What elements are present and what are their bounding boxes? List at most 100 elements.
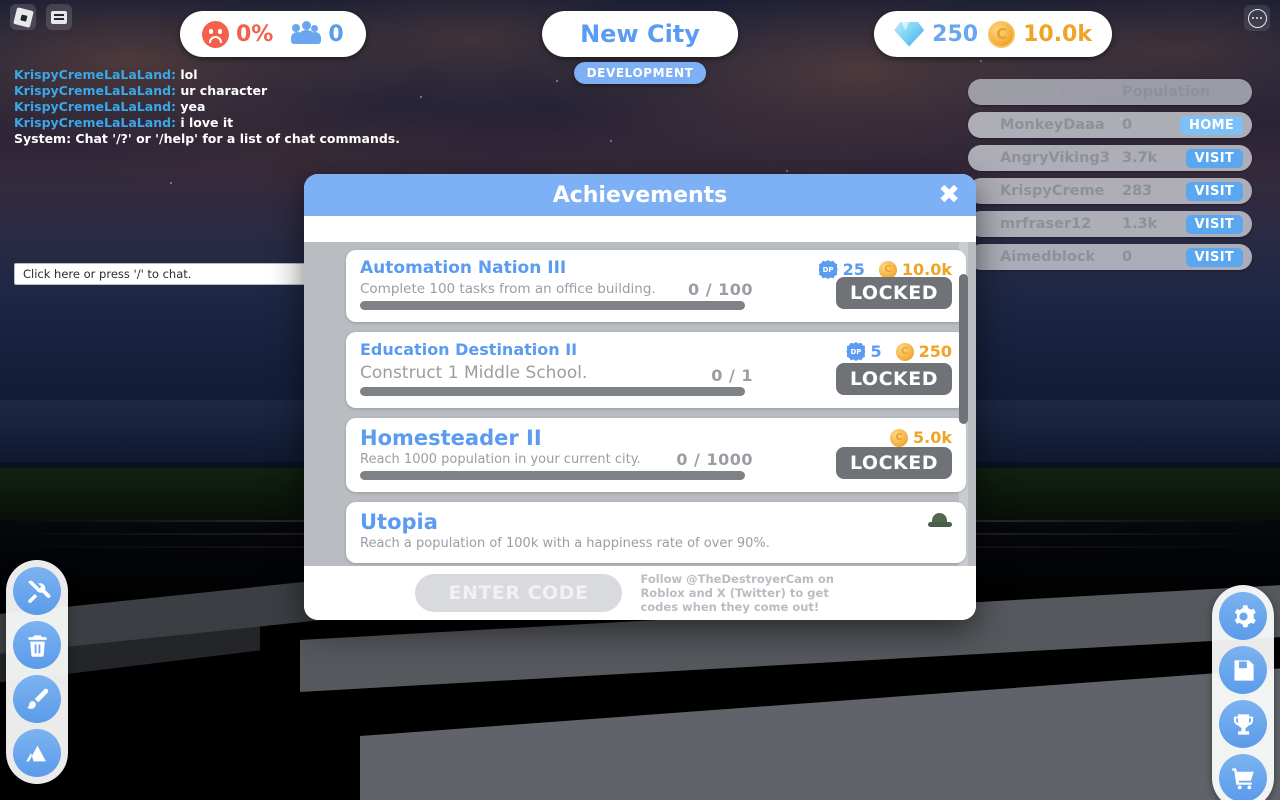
achievement-progress: 0 / 1 xyxy=(360,366,753,396)
city-name-chip[interactable]: New City xyxy=(542,11,738,57)
trophy-icon xyxy=(1233,713,1253,735)
achievement-title: Utopia xyxy=(360,510,438,534)
save-button[interactable] xyxy=(1219,646,1267,694)
population-stat: 0 xyxy=(291,21,344,47)
chat-message: lol xyxy=(180,67,198,82)
gem-currency[interactable]: 250 xyxy=(894,21,979,47)
achievement-status-badge: LOCKED xyxy=(836,277,952,309)
chat-message: ur character xyxy=(180,83,268,99)
coin-reward-value: 5.0k xyxy=(913,428,952,447)
player-name: AngryViking3 xyxy=(1000,150,1110,166)
population-column-header: Population xyxy=(1122,84,1211,100)
chat-message: Chat '/?' or '/help' for a list of chat … xyxy=(75,131,400,147)
modal-spacer xyxy=(304,216,976,242)
achievement-progress-count: 0 / 100 xyxy=(687,280,753,299)
player-row[interactable]: mrfraser12 1.3k VISIT xyxy=(968,211,1252,237)
dp-badge-icon: DP xyxy=(818,260,838,279)
dp-reward: DP 5 xyxy=(846,342,882,361)
diamond-icon xyxy=(894,21,925,47)
scrollbar-thumb[interactable] xyxy=(959,274,968,424)
achievement-status-badge: LOCKED xyxy=(836,447,952,479)
more-options-icon xyxy=(1247,8,1267,28)
chat-author: KrispyCremeLaLaLand: xyxy=(14,99,181,115)
achievement-card[interactable]: Utopia Reach a population of 100k with a … xyxy=(346,502,966,563)
dp-reward-value: 5 xyxy=(870,342,882,361)
achievements-modal: Achievements ✖ Automation Nation III DP 25… xyxy=(304,174,976,620)
achievement-title: Automation Nation III xyxy=(360,258,567,278)
people-icon xyxy=(291,21,322,47)
sad-face-icon xyxy=(202,20,229,48)
cart-icon xyxy=(1231,767,1254,789)
achievement-rewards: DP 5 C 250 xyxy=(846,340,952,361)
achievement-progress-bar xyxy=(360,471,745,480)
tools-icon xyxy=(27,579,50,603)
more-options-button[interactable] xyxy=(1244,5,1270,31)
achievement-progress-count: 0 / 1000 xyxy=(676,450,753,469)
population-value: 0 xyxy=(328,21,344,47)
player-population: 1.3k xyxy=(1122,216,1158,232)
achievements-list[interactable]: Automation Nation III DP 25 C 10.0k Complete … xyxy=(304,242,976,566)
player-name: MonkeyDaaa xyxy=(1000,117,1105,133)
dp-badge-icon: DP xyxy=(846,342,866,361)
currency-chip: 250 C 10.0k xyxy=(874,11,1112,57)
achievement-progress-bar xyxy=(360,301,745,310)
player-row[interactable]: MonkeyDaaa 0 HOME xyxy=(968,112,1252,138)
chat-log: KrispyCremeLaLaLand: lol KrispyCremeLaLaL… xyxy=(14,68,534,148)
chat-line: KrispyCremeLaLaLand: ur character xyxy=(14,84,534,98)
terrain-icon xyxy=(25,745,46,761)
tools-button[interactable] xyxy=(13,567,61,615)
roblox-logo-icon xyxy=(12,6,34,28)
player-name: Aimedblock xyxy=(1000,249,1096,265)
paint-button[interactable] xyxy=(13,675,61,723)
enter-code-button[interactable]: ENTER CODE xyxy=(414,574,623,612)
paintbrush-icon xyxy=(26,688,48,709)
coin-reward: C 250 xyxy=(895,342,952,361)
visit-button[interactable]: VISIT xyxy=(1185,148,1243,168)
terrain-button[interactable] xyxy=(13,729,61,777)
chat-icon xyxy=(51,10,67,24)
achievement-rewards: DP 25 C 10.0k xyxy=(818,258,952,279)
coin-currency[interactable]: C 10.0k xyxy=(988,20,1092,48)
achievement-status-badge: LOCKED xyxy=(836,363,952,395)
achievement-description: Reach a population of 100k with a happin… xyxy=(360,536,770,551)
player-row[interactable]: Aimedblock 0 VISIT xyxy=(968,244,1252,270)
close-icon[interactable]: ✖ xyxy=(938,182,960,208)
player-column-header: Players xyxy=(1000,84,1061,100)
save-icon xyxy=(1234,659,1254,681)
build-toolbar xyxy=(6,560,68,784)
coin-value: 10.0k xyxy=(1023,21,1092,47)
delete-button[interactable] xyxy=(13,621,61,669)
player-row[interactable]: AngryViking3 3.7k VISIT xyxy=(968,145,1252,171)
visit-button[interactable]: VISIT xyxy=(1185,214,1243,234)
achievement-progress: 0 / 1000 xyxy=(360,450,753,480)
chat-line: KrispyCremeLaLaLand: lol xyxy=(14,68,534,82)
visit-button[interactable]: VISIT xyxy=(1185,181,1243,201)
player-name: mrfraser12 xyxy=(1000,216,1092,232)
modal-title: Achievements xyxy=(552,182,728,208)
settings-button[interactable] xyxy=(1219,592,1267,640)
home-button[interactable]: HOME xyxy=(1180,115,1243,135)
player-list: Players Population MonkeyDaaa 0 HOME AngryV… xyxy=(968,79,1252,277)
modal-header: Achievements ✖ xyxy=(304,174,976,216)
visit-button[interactable]: VISIT xyxy=(1185,247,1243,267)
achievement-card[interactable]: Education Destination II DP 5 C 250 Construct… xyxy=(346,332,966,408)
trash-icon xyxy=(28,634,46,657)
player-row[interactable]: KrispyCreme 283 VISIT xyxy=(968,178,1252,204)
shop-button[interactable] xyxy=(1219,754,1267,800)
achievement-card[interactable]: Homesteader II C 5.0k Reach 1000 population… xyxy=(346,418,966,492)
achievements-button[interactable] xyxy=(1219,700,1267,748)
player-population: 283 xyxy=(1122,183,1153,199)
player-population: 0 xyxy=(1122,249,1133,265)
achievement-card[interactable]: Automation Nation III DP 25 C 10.0k Complete … xyxy=(346,250,966,322)
roblox-logo-button[interactable] xyxy=(10,4,36,30)
gem-value: 250 xyxy=(932,21,979,47)
player-name: KrispyCreme xyxy=(1000,183,1105,199)
player-list-header: Players Population xyxy=(968,79,1252,105)
chat-line: System: Chat '/?' or '/help' for a list … xyxy=(14,132,534,146)
city-stats-chip: 0% 0 xyxy=(180,11,366,57)
chat-author: System: xyxy=(14,131,76,147)
happiness-value: 0% xyxy=(236,21,274,47)
follow-text: Follow @TheDestroyerCam on Roblox and X … xyxy=(640,572,834,614)
coin-reward: C 5.0k xyxy=(890,428,952,447)
chat-toggle-button[interactable] xyxy=(46,4,72,30)
